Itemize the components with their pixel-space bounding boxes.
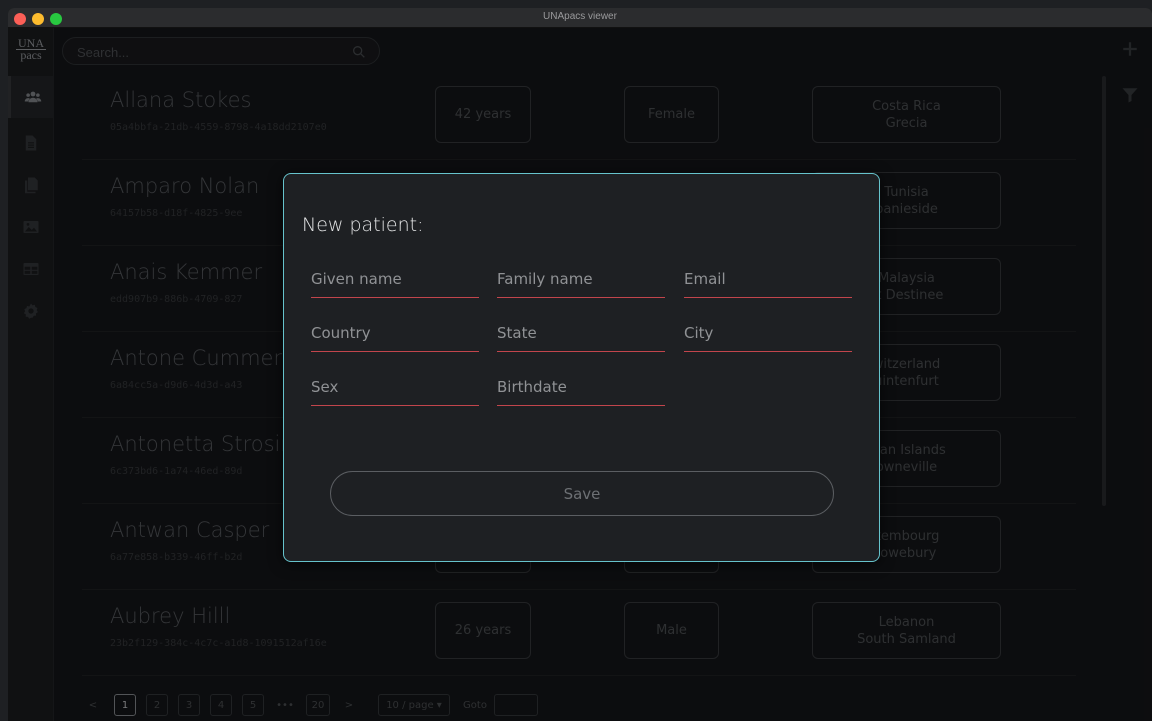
given-name-field[interactable] [311,262,479,298]
email-field[interactable] [684,262,852,298]
window-title: UNApacs viewer [543,11,617,22]
city-field[interactable] [684,316,852,352]
country-input[interactable] [311,322,479,344]
given-name-input[interactable] [311,268,479,290]
state-input[interactable] [497,322,665,344]
dialog-title: New patient: [302,214,424,236]
city-input[interactable] [684,322,852,344]
sex-field[interactable] [311,370,479,406]
title-bar: UNApacs viewer [8,8,1152,28]
email-input[interactable] [684,268,852,290]
birthdate-input[interactable] [497,376,665,398]
country-field[interactable] [311,316,479,352]
sex-input[interactable] [311,376,479,398]
save-button[interactable]: Save [330,471,834,516]
family-name-input[interactable] [497,268,665,290]
new-patient-dialog: New patient: Save [283,173,880,562]
birthdate-field[interactable] [497,370,665,406]
state-field[interactable] [497,316,665,352]
family-name-field[interactable] [497,262,665,298]
app-window: UNApacs viewer UNA pacs Search... Allana… [8,8,1152,721]
